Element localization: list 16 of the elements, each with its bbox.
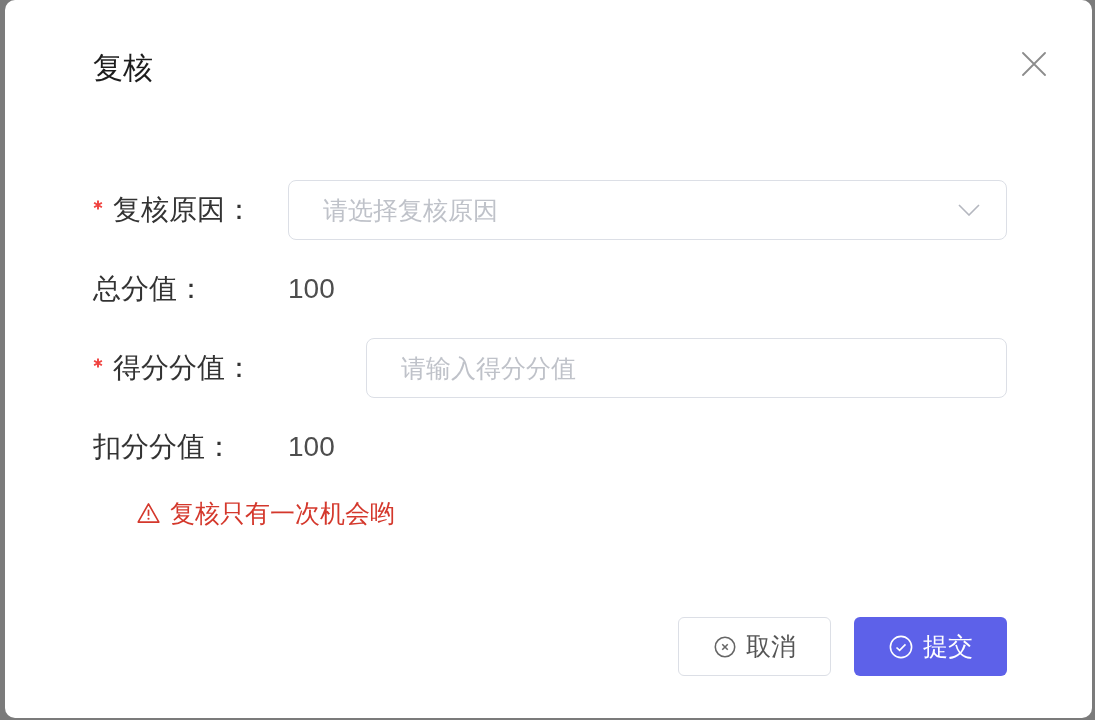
field-label: 复核原因： [113,193,253,227]
chevron-down-icon [958,204,980,216]
close-icon[interactable] [1022,52,1046,76]
input-field[interactable]: 请输入得分分值 [366,338,1007,398]
dialog-title: 复核 [93,50,153,86]
field-label: 总分值： [93,272,205,306]
score-value: 100 [288,272,335,306]
x-circle-icon [713,635,736,658]
check-circle-icon [888,634,913,659]
field-label: 扣分分值： [93,430,233,464]
score-value: 100 [288,430,335,464]
field-label: 得分分值： [113,351,253,385]
cancel-button[interactable]: 取消 [678,617,831,676]
submit-button[interactable]: 提交 [854,617,1007,676]
warning-message: 复核只有一次机会哟 [170,498,395,528]
warning-triangle-icon [137,502,160,524]
